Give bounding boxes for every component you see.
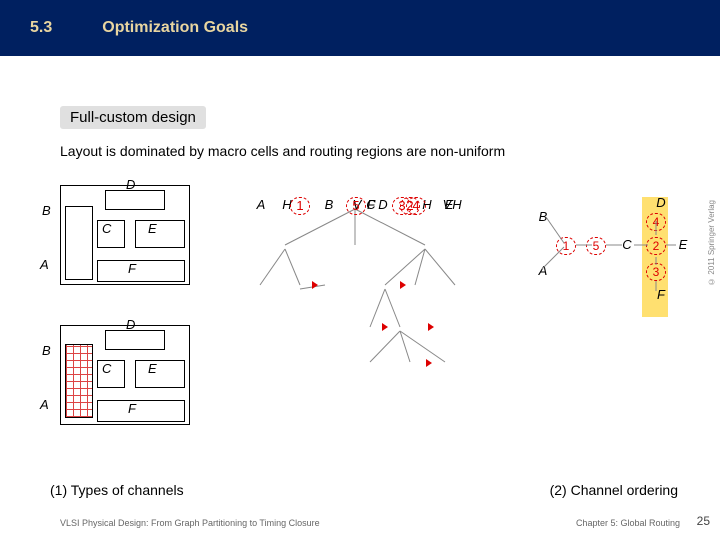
label-C: C xyxy=(102,221,111,236)
layout-box-2 xyxy=(60,325,190,425)
footer-right: Chapter 5: Global Routing xyxy=(576,518,680,528)
node-2: 2 xyxy=(400,197,420,215)
section-title: Optimization Goals xyxy=(102,19,248,37)
label-E2: E xyxy=(148,361,157,376)
cell-B-2 xyxy=(65,344,93,418)
node-A: A xyxy=(250,197,272,213)
node-E: E xyxy=(438,197,460,213)
section-number: 5.3 xyxy=(30,19,52,37)
body-text: Layout is dominated by macro cells and r… xyxy=(60,143,690,159)
label-A2: A xyxy=(40,397,49,412)
diagram-area: B D C E A F B D C E A F xyxy=(60,177,700,457)
node-1: 1 xyxy=(290,197,310,215)
cell-D xyxy=(105,190,165,210)
page-number: 25 xyxy=(697,514,710,528)
arrow-icon xyxy=(312,281,318,289)
arrow-icon xyxy=(382,323,388,331)
footer-left: VLSI Physical Design: From Graph Partiti… xyxy=(60,518,320,528)
node-C: C xyxy=(360,197,382,213)
graph-edges xyxy=(240,197,480,367)
label-A: A xyxy=(40,257,49,272)
cell-B xyxy=(65,206,93,280)
cell-D-2 xyxy=(105,330,165,350)
slide-header: 5.3 Optimization Goals xyxy=(0,0,720,56)
ordering-edges xyxy=(516,201,686,321)
copyright: © 2011 Springer Verlag xyxy=(707,200,716,286)
cell-F-2 xyxy=(97,400,185,422)
slide-content: Full-custom design Layout is dominated b… xyxy=(0,56,720,457)
arrow-icon xyxy=(400,281,406,289)
label-B: B xyxy=(42,203,51,218)
label-F2: F xyxy=(128,401,136,416)
cell-E-2 xyxy=(135,360,185,388)
node-B: B xyxy=(318,197,340,213)
cell-F xyxy=(97,260,185,282)
ordering-tree: B D 4 1 5 C 2 E A 3 F xyxy=(516,201,686,361)
label-F: F xyxy=(128,261,136,276)
cell-E xyxy=(135,220,185,248)
label-D2: D xyxy=(126,317,135,332)
label-C2: C xyxy=(102,361,111,376)
label-E: E xyxy=(148,221,157,236)
subheading: Full-custom design xyxy=(60,106,206,129)
arrow-icon xyxy=(426,359,432,367)
caption-1: (1) Types of channels xyxy=(50,482,184,498)
caption-2: (2) Channel ordering xyxy=(550,482,678,498)
label-B2: B xyxy=(42,343,51,358)
layout-box-1 xyxy=(60,185,190,285)
label-D: D xyxy=(126,177,135,192)
channel-graph: V H 5 H A 1 B D 4 H F 3 V C 2 E xyxy=(240,197,480,347)
arrow-icon xyxy=(428,323,434,331)
